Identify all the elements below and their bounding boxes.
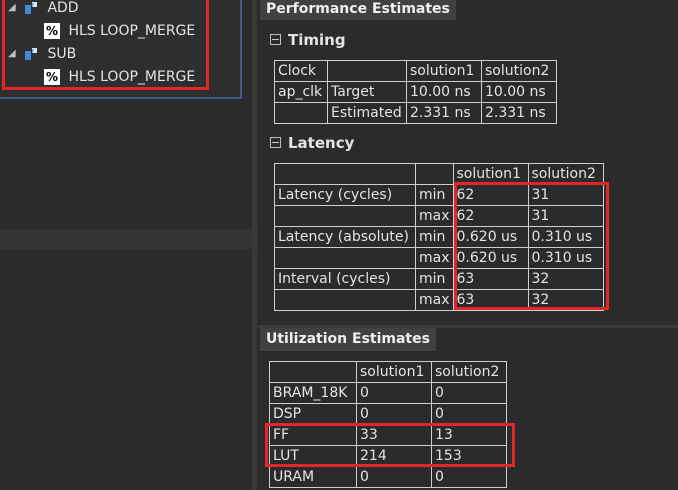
latency-highlight-box: [454, 182, 609, 310]
table-cell: [274, 205, 416, 227]
table-cell: BRAM_18K: [269, 382, 357, 404]
header-cell: [415, 163, 454, 185]
table-cell: Latency (absolute): [274, 226, 416, 248]
header-cell: [274, 163, 416, 185]
explorer-panel: ◢ f ADD % HLS LOOP_MERGE ◢ f SUB % HLS L…: [0, 0, 258, 490]
table-cell: 0: [431, 382, 507, 404]
table-row: DSP 0 0: [269, 403, 507, 425]
header-cell: [269, 361, 357, 383]
table-cell: Latency (cycles): [274, 184, 416, 206]
table-cell: [274, 289, 416, 311]
header-cell: Clock: [274, 60, 328, 82]
table-cell: URAM: [269, 466, 357, 488]
table-cell: max: [415, 247, 454, 269]
table-row: URAM 0 0: [269, 466, 507, 488]
collapse-icon[interactable]: [270, 137, 281, 148]
table-cell: Interval (cycles): [274, 268, 416, 290]
table-header-row: solution1 solution2: [269, 361, 507, 383]
table-cell: 0: [431, 403, 507, 425]
splitter[interactable]: [252, 0, 257, 490]
table-cell: 2.331 ns: [406, 102, 482, 124]
latency-section-title[interactable]: Latency: [270, 134, 354, 152]
table-cell: Estimated: [327, 102, 407, 124]
table-cell: min: [415, 184, 454, 206]
table-cell: max: [415, 205, 454, 227]
table-row: BRAM_18K 0 0: [269, 382, 507, 404]
highlight-box: [2, 0, 209, 90]
table-cell: max: [415, 289, 454, 311]
section-separator: [258, 325, 678, 328]
table-cell: 0: [356, 382, 432, 404]
table-cell: 10.00 ns: [481, 81, 557, 103]
table-cell: 0: [431, 466, 507, 488]
table-cell: [274, 102, 328, 124]
table-row: ap_clk Target 10.00 ns 10.00 ns: [274, 81, 557, 103]
panel-divider[interactable]: [0, 229, 258, 249]
table-cell: Target: [327, 81, 407, 103]
table-cell: min: [415, 226, 454, 248]
utilization-highlight-box: [265, 423, 515, 467]
header-cell: solution2: [481, 60, 557, 82]
timing-section-title[interactable]: Timing: [270, 31, 346, 49]
table-cell: [274, 247, 416, 269]
header-cell: solution1: [356, 361, 432, 383]
table-header-row: Clock solution1 solution2: [274, 60, 557, 82]
table-cell: 10.00 ns: [406, 81, 482, 103]
table-cell: min: [415, 268, 454, 290]
header-cell: [327, 60, 407, 82]
performance-header: Performance Estimates: [260, 0, 456, 20]
directive-tree: ◢ f ADD % HLS LOOP_MERGE ◢ f SUB % HLS L…: [0, 0, 242, 99]
table-cell: 0: [356, 466, 432, 488]
table-row: Estimated 2.331 ns 2.331 ns: [274, 102, 557, 124]
table-cell: 0: [356, 403, 432, 425]
header-cell: solution1: [406, 60, 482, 82]
collapse-icon[interactable]: [270, 34, 281, 45]
table-cell: DSP: [269, 403, 357, 425]
table-cell: ap_clk: [274, 81, 328, 103]
header-cell: solution2: [431, 361, 507, 383]
report-panel: Performance Estimates Timing Clock solut…: [258, 0, 678, 490]
timing-table: Clock solution1 solution2 ap_clk Target …: [274, 60, 557, 124]
utilization-header: Utilization Estimates: [260, 327, 436, 351]
table-cell: 2.331 ns: [481, 102, 557, 124]
